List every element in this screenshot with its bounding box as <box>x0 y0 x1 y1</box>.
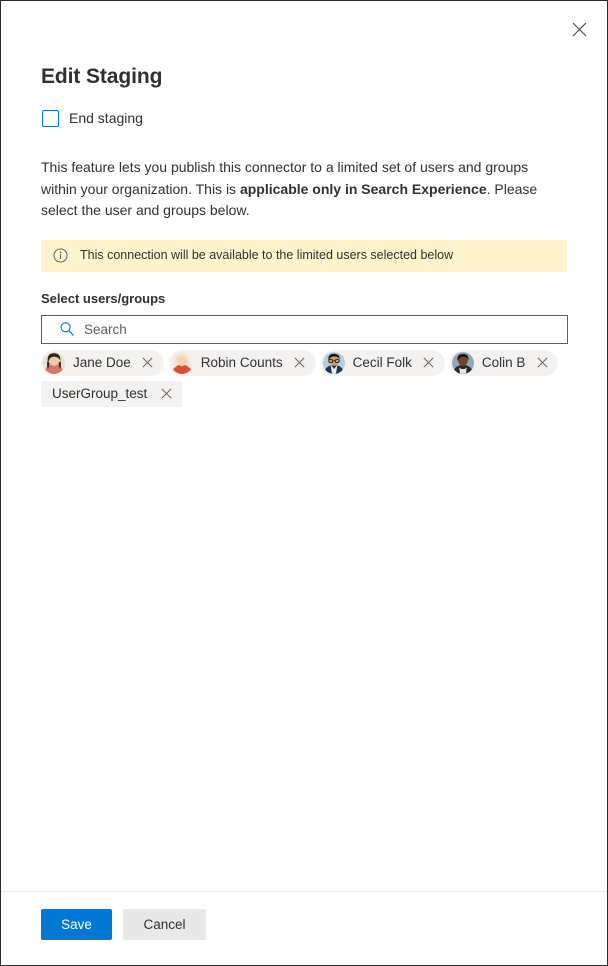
chip-label: UserGroup_test <box>52 385 148 401</box>
panel-spacer <box>1 407 607 892</box>
chip-remove-icon[interactable] <box>289 352 311 374</box>
picker-label: Select users/groups <box>41 290 166 306</box>
chip-person[interactable]: Robin Counts <box>168 349 316 376</box>
selected-chips-list: Jane Doe Robin Counts Cecil Folk Colin B… <box>41 349 568 407</box>
page-title: Edit Staging <box>41 65 163 88</box>
chip-group[interactable]: UserGroup_test <box>41 380 183 407</box>
checkbox-box[interactable] <box>42 109 59 127</box>
description-emphasis: applicable only in Search Experience <box>239 180 487 197</box>
chip-remove-icon[interactable] <box>418 352 440 374</box>
info-circle-icon <box>53 248 68 263</box>
edit-staging-panel: Edit Staging End staging This feature le… <box>0 0 608 966</box>
chip-remove-icon[interactable] <box>137 352 159 374</box>
description-text: This feature lets you publish this conne… <box>41 157 567 222</box>
chip-remove-icon[interactable] <box>155 383 177 405</box>
search-box[interactable] <box>41 314 568 344</box>
panel-header: Edit Staging <box>1 1 607 91</box>
search-input[interactable] <box>84 321 559 337</box>
end-staging-label: End staging <box>69 110 143 126</box>
save-button[interactable]: Save <box>41 909 112 940</box>
close-icon[interactable] <box>563 13 595 45</box>
avatar <box>451 351 474 374</box>
chip-label: Colin B <box>481 354 526 370</box>
chip-person[interactable]: Colin B <box>449 349 559 376</box>
user-group-picker: Select users/groups Search Jane Doe Robi… <box>41 290 568 407</box>
chip-remove-icon[interactable] <box>531 352 553 374</box>
chip-person[interactable]: Jane Doe <box>41 349 164 376</box>
search-icon <box>59 321 75 337</box>
avatar <box>43 351 65 374</box>
avatar <box>322 351 345 374</box>
info-banner-text: This connection will be available to the… <box>80 248 454 262</box>
panel-footer: Save Cancel <box>1 891 607 965</box>
cancel-button[interactable]: Cancel <box>123 909 206 940</box>
info-banner: This connection will be available to the… <box>41 239 567 272</box>
chip-person[interactable]: Cecil Folk <box>320 349 445 376</box>
chip-label: Cecil Folk <box>352 354 412 370</box>
chip-label: Robin Counts <box>200 354 283 370</box>
avatar <box>170 351 193 374</box>
end-staging-checkbox[interactable]: End staging <box>42 108 143 128</box>
chip-label: Jane Doe <box>73 354 131 370</box>
